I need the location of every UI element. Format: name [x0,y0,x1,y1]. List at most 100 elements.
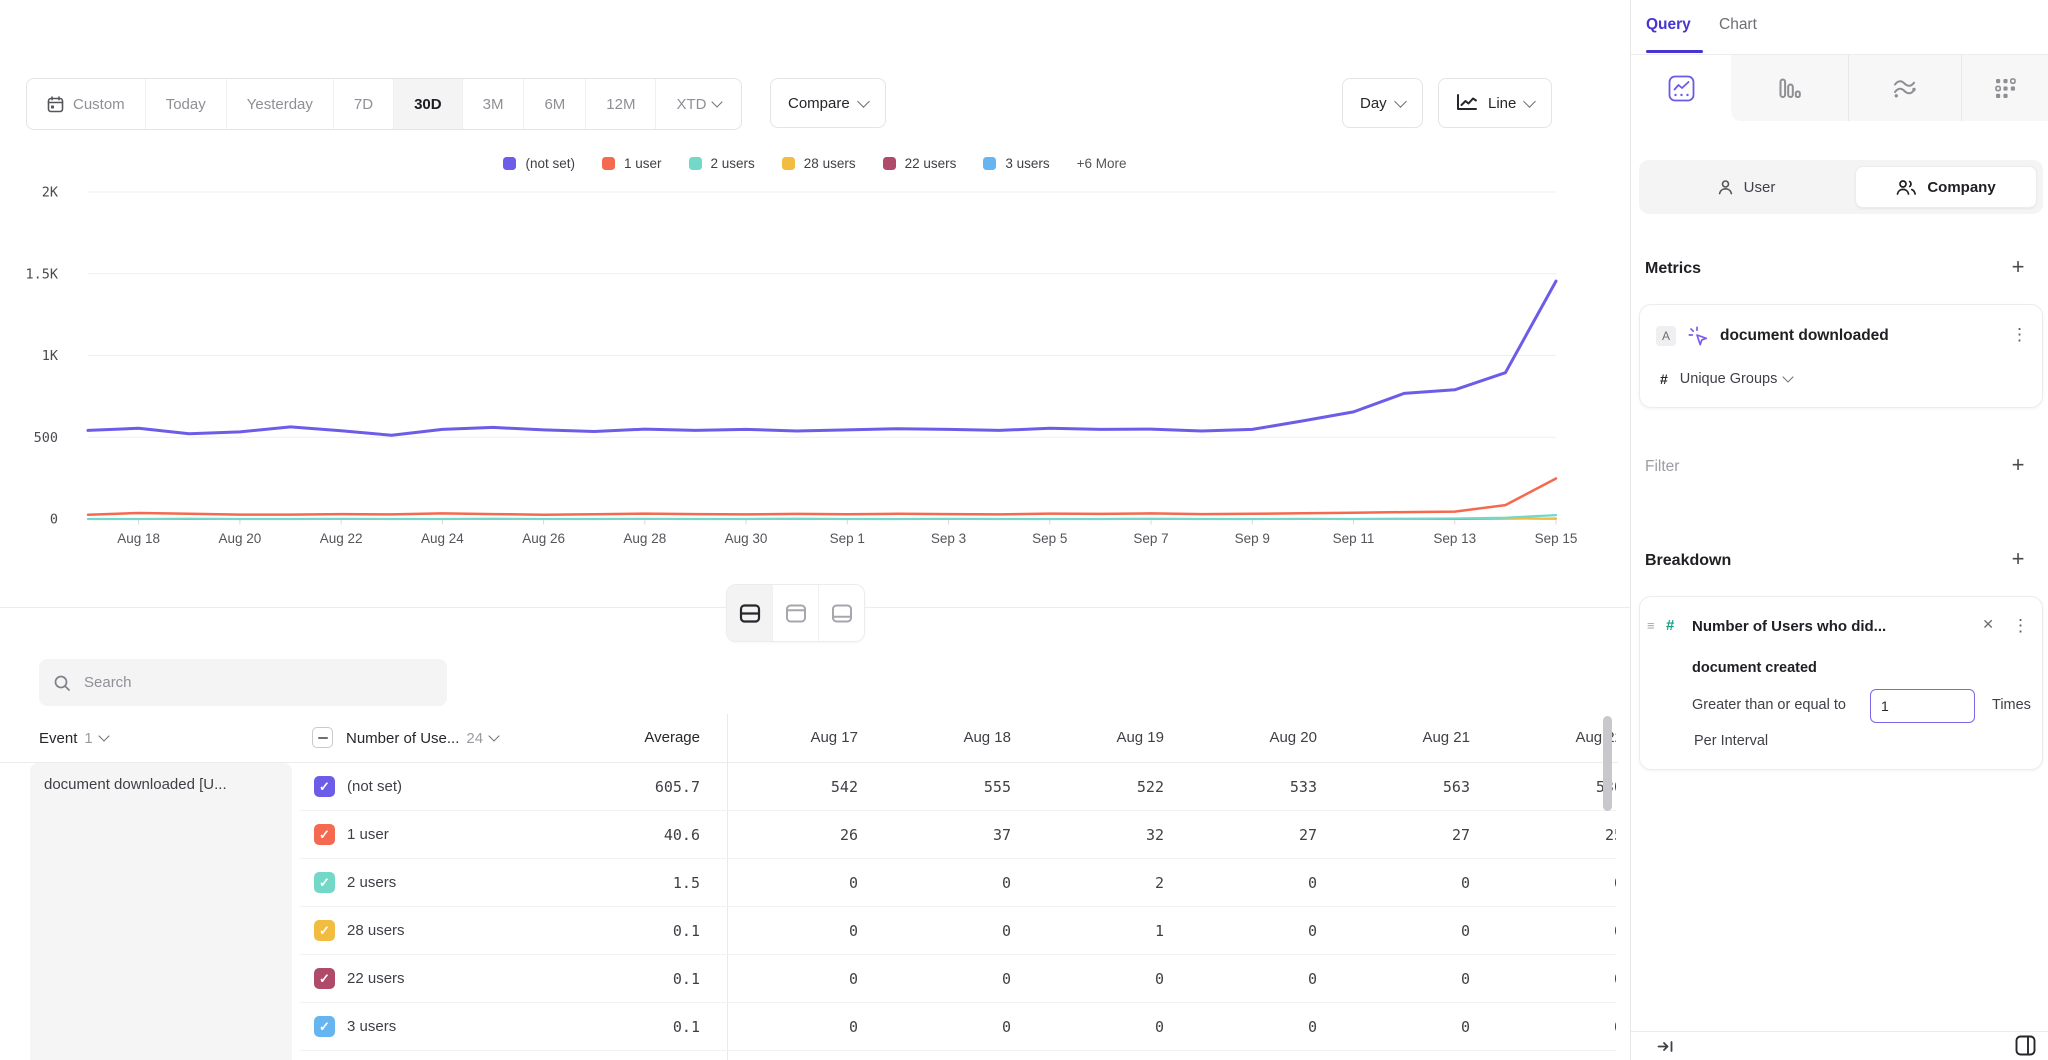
select-all-checkbox[interactable] [312,727,333,748]
range-3m-button[interactable]: 3M [463,79,525,129]
add-filter-button[interactable]: + [2008,456,2028,476]
query-panel: Query Chart [1630,0,2048,1060]
breakdown-condition-label: Greater than or equal to [1692,697,1846,713]
date-column-header[interactable]: Aug 21 [1317,714,1470,762]
range-xtd-button[interactable]: XTD [656,79,741,129]
search-box [39,659,447,706]
line-chart-svg: Aug 18Aug 20Aug 22Aug 24Aug 26Aug 28Aug … [0,140,1630,570]
add-breakdown-button[interactable]: + [2008,550,2028,570]
range-label: Yesterday [247,96,313,113]
breakdown-header-label: Number of Use... [346,730,459,747]
add-metric-button[interactable]: + [2008,258,2028,278]
average-column-header: Average [560,714,700,762]
tab-chart[interactable]: Chart [1719,16,1757,34]
chevron-down-icon [712,96,723,107]
x-tick-label: Aug 20 [218,531,261,546]
row-cell-value: 27 [1317,811,1470,859]
row-cell-value: 27 [1164,811,1317,859]
layout-split-button[interactable] [727,585,773,641]
active-tab-underline [1646,50,1703,53]
range-7d-button[interactable]: 7D [334,79,394,129]
analytics-app: CustomToday Yesterday 7D30D 3M 6M 12M XTD Comp… [0,0,2048,1060]
row-label: 3 users [347,1003,396,1051]
scope-user-option[interactable]: User [1639,160,1853,214]
chevron-down-icon [857,95,870,108]
layout-chart-only-button[interactable] [773,585,819,641]
row-cell-value: 37 [858,811,1011,859]
row-checkbox[interactable]: ✓ [314,824,335,845]
range-custom-button[interactable]: Custom [27,79,146,129]
date-column-header[interactable]: Aug 17 [728,714,858,762]
times-input[interactable] [1870,689,1975,723]
row-cell-value: 0 [1470,859,1616,907]
date-column-headers: Aug 17Aug 18Aug 19Aug 20Aug 21Aug 22 [728,714,1616,762]
results-table: Event 1 Number of Use... 24 Average Aug … [0,714,1630,1060]
metric-kebab-menu[interactable]: ⋮ [2011,326,2028,343]
date-column-header[interactable]: Aug 20 [1164,714,1317,762]
chart-type-line-tab[interactable] [1631,55,1731,121]
chart-type-bar-tab[interactable] [1731,55,1848,121]
range-label: 3M [483,96,504,113]
row-cell-value: 26 [728,811,858,859]
breakdown-heading: Breakdown [1645,552,1731,570]
date-column-header[interactable]: Aug 22 [1470,714,1616,762]
breakdown-kebab-menu[interactable]: ⋮ [2012,617,2029,634]
side-panel-toggle-icon[interactable] [2015,1035,2036,1056]
scope-segmented-control: User Company [1639,160,2043,214]
tab-query[interactable]: Query [1646,16,1691,34]
series-line-1-user [88,479,1556,515]
row-checkbox[interactable]: ✓ [314,920,335,941]
row-cell-value: 0 [858,907,1011,955]
table-row-22-users: ✓22 users0.1000000 [0,955,1630,1003]
metric-letter-badge: A [1656,326,1676,346]
row-values: 001000 [728,907,1616,955]
chart-gridlines [88,192,1556,519]
row-checkbox[interactable]: ✓ [314,968,335,989]
chart-type-matrix-tab[interactable] [1961,55,2048,121]
range-yesterday-button[interactable]: Yesterday [227,79,334,129]
search-input[interactable] [82,673,433,692]
close-icon[interactable]: ✕ [1982,616,1994,633]
measure-selector[interactable]: # Unique Groups [1660,371,1792,387]
range-today-button[interactable]: Today [146,79,227,129]
date-column-header[interactable]: Aug 18 [858,714,1011,762]
row-cell-value: 0 [1164,859,1317,907]
chart-style-button[interactable]: Line [1438,78,1552,128]
row-checkbox[interactable]: ✓ [314,1016,335,1037]
flow-chart-icon [1893,79,1917,98]
row-cell-value: 542 [728,763,858,811]
row-cell-value: 25 [1470,811,1616,859]
compare-label: Compare [788,95,850,112]
series-line-2-users [88,515,1556,519]
search-icon [53,674,71,692]
x-tick-label: Sep 11 [1333,531,1375,546]
row-cell-value: 0 [1317,859,1470,907]
drag-handle-icon[interactable]: ≡ [1647,618,1655,633]
x-tick-label: Aug 30 [725,531,768,546]
breakdown-card[interactable]: ≡ # Number of Users who did... ✕ ⋮ docum… [1639,596,2043,770]
scope-company-option[interactable]: Company [1855,166,2037,208]
x-tick-label: Aug 28 [623,531,666,546]
collapse-panel-icon[interactable] [1657,1039,1674,1054]
row-checkbox[interactable]: ✓ [314,872,335,893]
event-column-header[interactable]: Event 1 [39,714,108,762]
layout-table-only-button[interactable] [819,585,864,641]
row-values: 002000 [728,859,1616,907]
row-cell-value: 0 [1011,955,1164,1003]
metric-card[interactable]: A document downloaded ⋮ # Unique Groups [1639,304,2043,408]
compare-button[interactable]: Compare [770,78,886,128]
vertical-scrollbar[interactable] [1603,716,1612,811]
chart-type-flow-tab[interactable] [1848,55,1961,121]
range-30d-button[interactable]: 30D [394,79,463,129]
row-cell-value: 0 [1470,907,1616,955]
granularity-button[interactable]: Day [1342,78,1423,128]
breakdown-column-header[interactable]: Number of Use... 24 [346,714,498,762]
range-label: 12M [606,96,635,113]
range-12m-button[interactable]: 12M [586,79,656,129]
row-average-value: 0.1 [560,955,700,1003]
date-range-group: CustomToday Yesterday 7D30D 3M 6M 12M XTD [26,78,742,130]
row-checkbox[interactable]: ✓ [314,776,335,797]
range-6m-button[interactable]: 6M [524,79,586,129]
date-column-header[interactable]: Aug 19 [1011,714,1164,762]
row-cell-value: 0 [728,859,858,907]
